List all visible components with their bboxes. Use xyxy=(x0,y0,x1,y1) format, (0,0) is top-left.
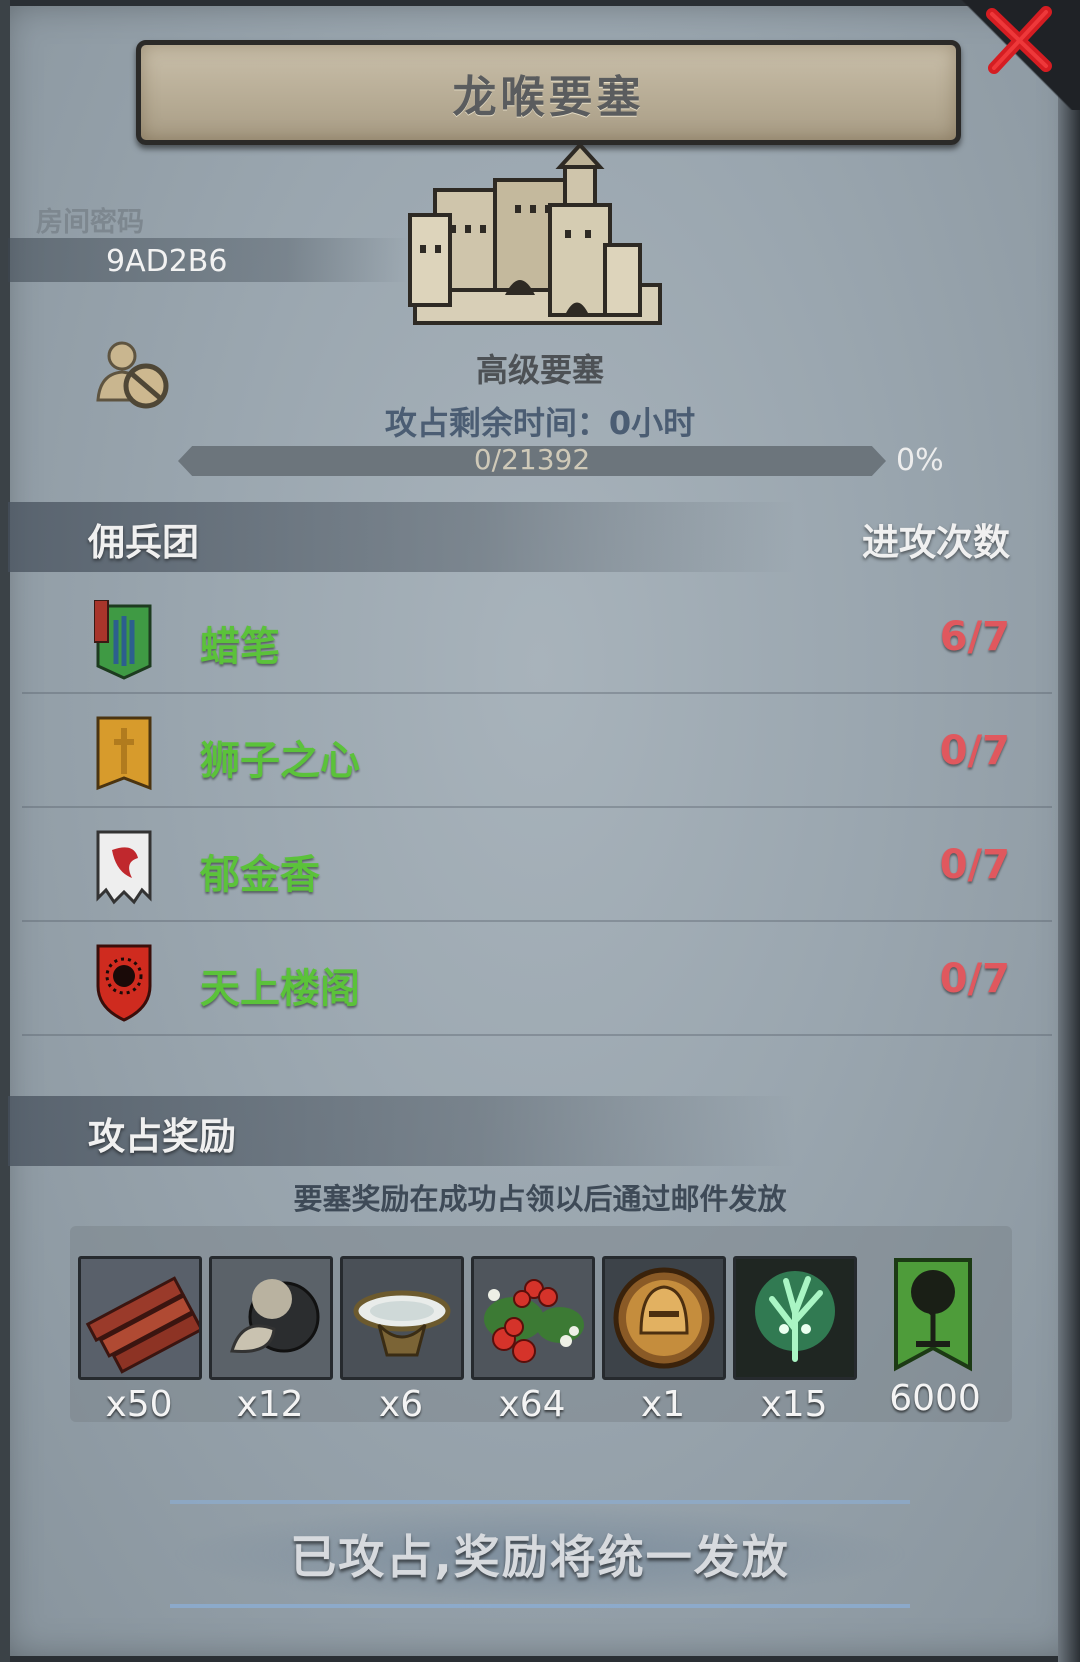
mercenary-name: 狮子之心 xyxy=(200,738,360,784)
reward-quantity: x12 xyxy=(236,1384,304,1425)
guild-tree-banner-icon xyxy=(894,1258,972,1372)
white-dragon-banner-icon xyxy=(96,830,152,905)
reward-item[interactable]: x12 xyxy=(209,1256,333,1425)
capture-progress-text: 0/21392 xyxy=(473,443,591,476)
reward-quantity: x50 xyxy=(105,1384,173,1425)
reward-section-title: 攻占奖励 xyxy=(88,1115,236,1158)
reward-item[interactable]: 6000 xyxy=(874,1256,996,1419)
mercenary-name: 蜡笔 xyxy=(200,624,280,670)
green-wheat-banner-icon xyxy=(94,600,152,680)
attack-count: 0/7 xyxy=(939,728,1010,774)
mercenary-section-title: 佣兵团 xyxy=(88,521,199,564)
truffle-icon xyxy=(212,1259,330,1377)
captured-status-bar: 已攻占,奖励将统一发放 xyxy=(170,1500,910,1608)
attack-count: 0/7 xyxy=(939,842,1010,888)
fortress-type-label: 高级要塞 xyxy=(475,351,604,389)
reward-item[interactable]: x50 xyxy=(78,1256,202,1425)
reward-quantity: x15 xyxy=(760,1384,828,1425)
fortress-castle-icon xyxy=(408,145,662,325)
knight-helmet-coin-icon xyxy=(605,1259,723,1377)
wood-logs-icon xyxy=(81,1259,199,1377)
mercenary-name: 天上楼阁 xyxy=(200,966,360,1012)
gold-sword-banner-icon xyxy=(96,716,152,791)
reward-quantity: x6 xyxy=(378,1384,424,1425)
capture-progress-percent: 0% xyxy=(896,443,944,478)
mercenary-row[interactable]: 天上楼阁 0/7 xyxy=(22,922,1052,1036)
attack-count: 6/7 xyxy=(939,614,1010,660)
page-title: 龙喉要塞 xyxy=(452,71,645,123)
close-button[interactable] xyxy=(980,0,1060,80)
reward-item[interactable]: x15 xyxy=(733,1256,857,1425)
reward-item[interactable]: x64 xyxy=(471,1256,595,1425)
reward-item[interactable]: x1 xyxy=(602,1256,726,1425)
reward-item[interactable]: x6 xyxy=(340,1256,464,1425)
room-code-value: 9AD2B6 xyxy=(106,244,228,279)
reward-quantity: x64 xyxy=(498,1384,566,1425)
title-banner: 龙喉要塞 xyxy=(136,40,961,145)
bowl-icon xyxy=(343,1259,461,1377)
capture-time-remaining: 攻占剩余时间：0小时 xyxy=(384,404,696,442)
panel-frame-right xyxy=(1058,0,1080,1662)
mercenary-row[interactable]: 蜡笔 6/7 xyxy=(22,580,1052,694)
reward-quantity: 6000 xyxy=(889,1378,981,1419)
mercenary-row[interactable]: 狮子之心 0/7 xyxy=(22,694,1052,808)
mercenary-name: 郁金香 xyxy=(200,852,320,898)
green-spirit-tree-icon xyxy=(736,1259,854,1377)
attack-count-title: 进攻次数 xyxy=(862,521,1010,564)
reward-quantity: x1 xyxy=(640,1384,686,1425)
berries-icon xyxy=(474,1259,592,1377)
mercenary-row[interactable]: 郁金香 0/7 xyxy=(22,808,1052,922)
close-icon xyxy=(986,6,1052,74)
attack-count: 0/7 xyxy=(939,956,1010,1002)
red-sun-shield-icon xyxy=(96,944,152,1022)
reward-mail-notice: 要塞奖励在成功占领以后通过邮件发放 xyxy=(293,1182,787,1216)
room-code-label: 房间密码 xyxy=(36,207,144,238)
captured-status-text: 已攻占,奖励将统一发放 xyxy=(290,1530,790,1584)
